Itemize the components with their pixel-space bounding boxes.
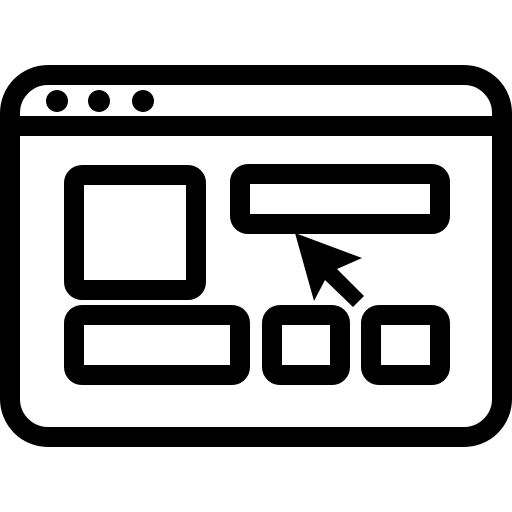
wide-text-bar bbox=[230, 164, 450, 234]
browser-layout-svg bbox=[0, 65, 512, 447]
small-square-left bbox=[262, 305, 350, 385]
window-dot-3 bbox=[132, 90, 154, 112]
small-square-right bbox=[361, 305, 450, 385]
window-dot-1 bbox=[46, 90, 68, 112]
bottom-text-bar bbox=[64, 305, 250, 385]
browser-layout-icon bbox=[0, 0, 512, 512]
window-dot-2 bbox=[88, 90, 110, 112]
cursor-arrow-icon bbox=[295, 233, 364, 307]
image-placeholder-block bbox=[64, 165, 206, 300]
